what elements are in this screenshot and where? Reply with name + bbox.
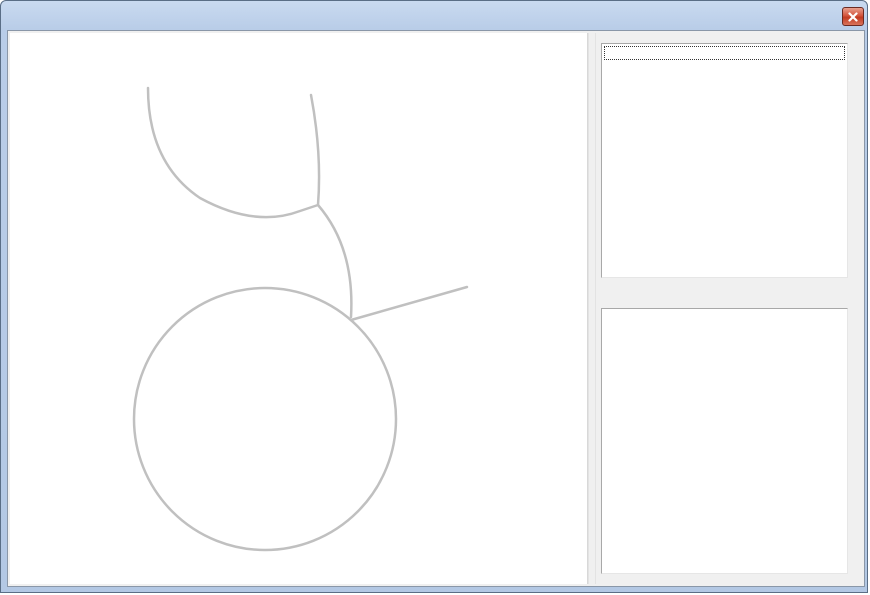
detail-panel[interactable] [601,308,848,574]
panel-splitter[interactable] [588,33,596,584]
title-bar[interactable] [1,1,869,31]
circle-shape[interactable] [132,286,398,552]
list-item[interactable] [604,46,845,60]
close-button[interactable] [842,7,864,26]
drawing-canvas[interactable] [10,33,588,584]
upper-arc[interactable] [146,86,321,219]
app-window [0,0,868,593]
object-list[interactable] [601,43,848,278]
branch-line[interactable] [349,285,469,322]
client-area [7,30,865,587]
close-icon [848,11,858,22]
drawing-surface[interactable] [10,33,587,584]
